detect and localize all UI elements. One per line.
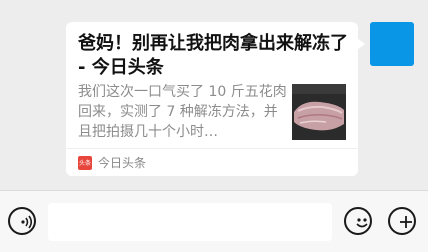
message-input[interactable]: [48, 203, 332, 241]
article-description: 我们这次一口气买了 10 斤五花肉回来，实测了 7 种解冻方法，并且把拍摄几十个…: [78, 84, 287, 140]
voice-icon: [21, 215, 33, 229]
input-bar: [0, 190, 428, 252]
avatar[interactable]: [370, 22, 414, 66]
more-button[interactable]: [388, 207, 416, 235]
voice-button[interactable]: [8, 207, 36, 235]
emoji-icon: [356, 218, 368, 228]
chat-area: 爸妈！别再让我把肉拿出来解冻了 - 今日头条 我们这次一口气买了 10 斤五花肉…: [0, 0, 428, 190]
article-thumbnail: [292, 84, 346, 140]
article-source: 头条 今日头条: [66, 148, 358, 176]
emoji-button[interactable]: [344, 207, 372, 235]
source-name: 今日头条: [98, 156, 147, 170]
article-title: 爸妈！别再让我把肉拿出来解冻了 - 今日头条: [78, 33, 348, 78]
toutiao-logo-icon: 头条: [78, 155, 92, 170]
plus-icon: [400, 216, 412, 228]
shared-article-card[interactable]: 爸妈！别再让我把肉拿出来解冻了 - 今日头条 我们这次一口气买了 10 斤五花肉…: [66, 22, 365, 176]
